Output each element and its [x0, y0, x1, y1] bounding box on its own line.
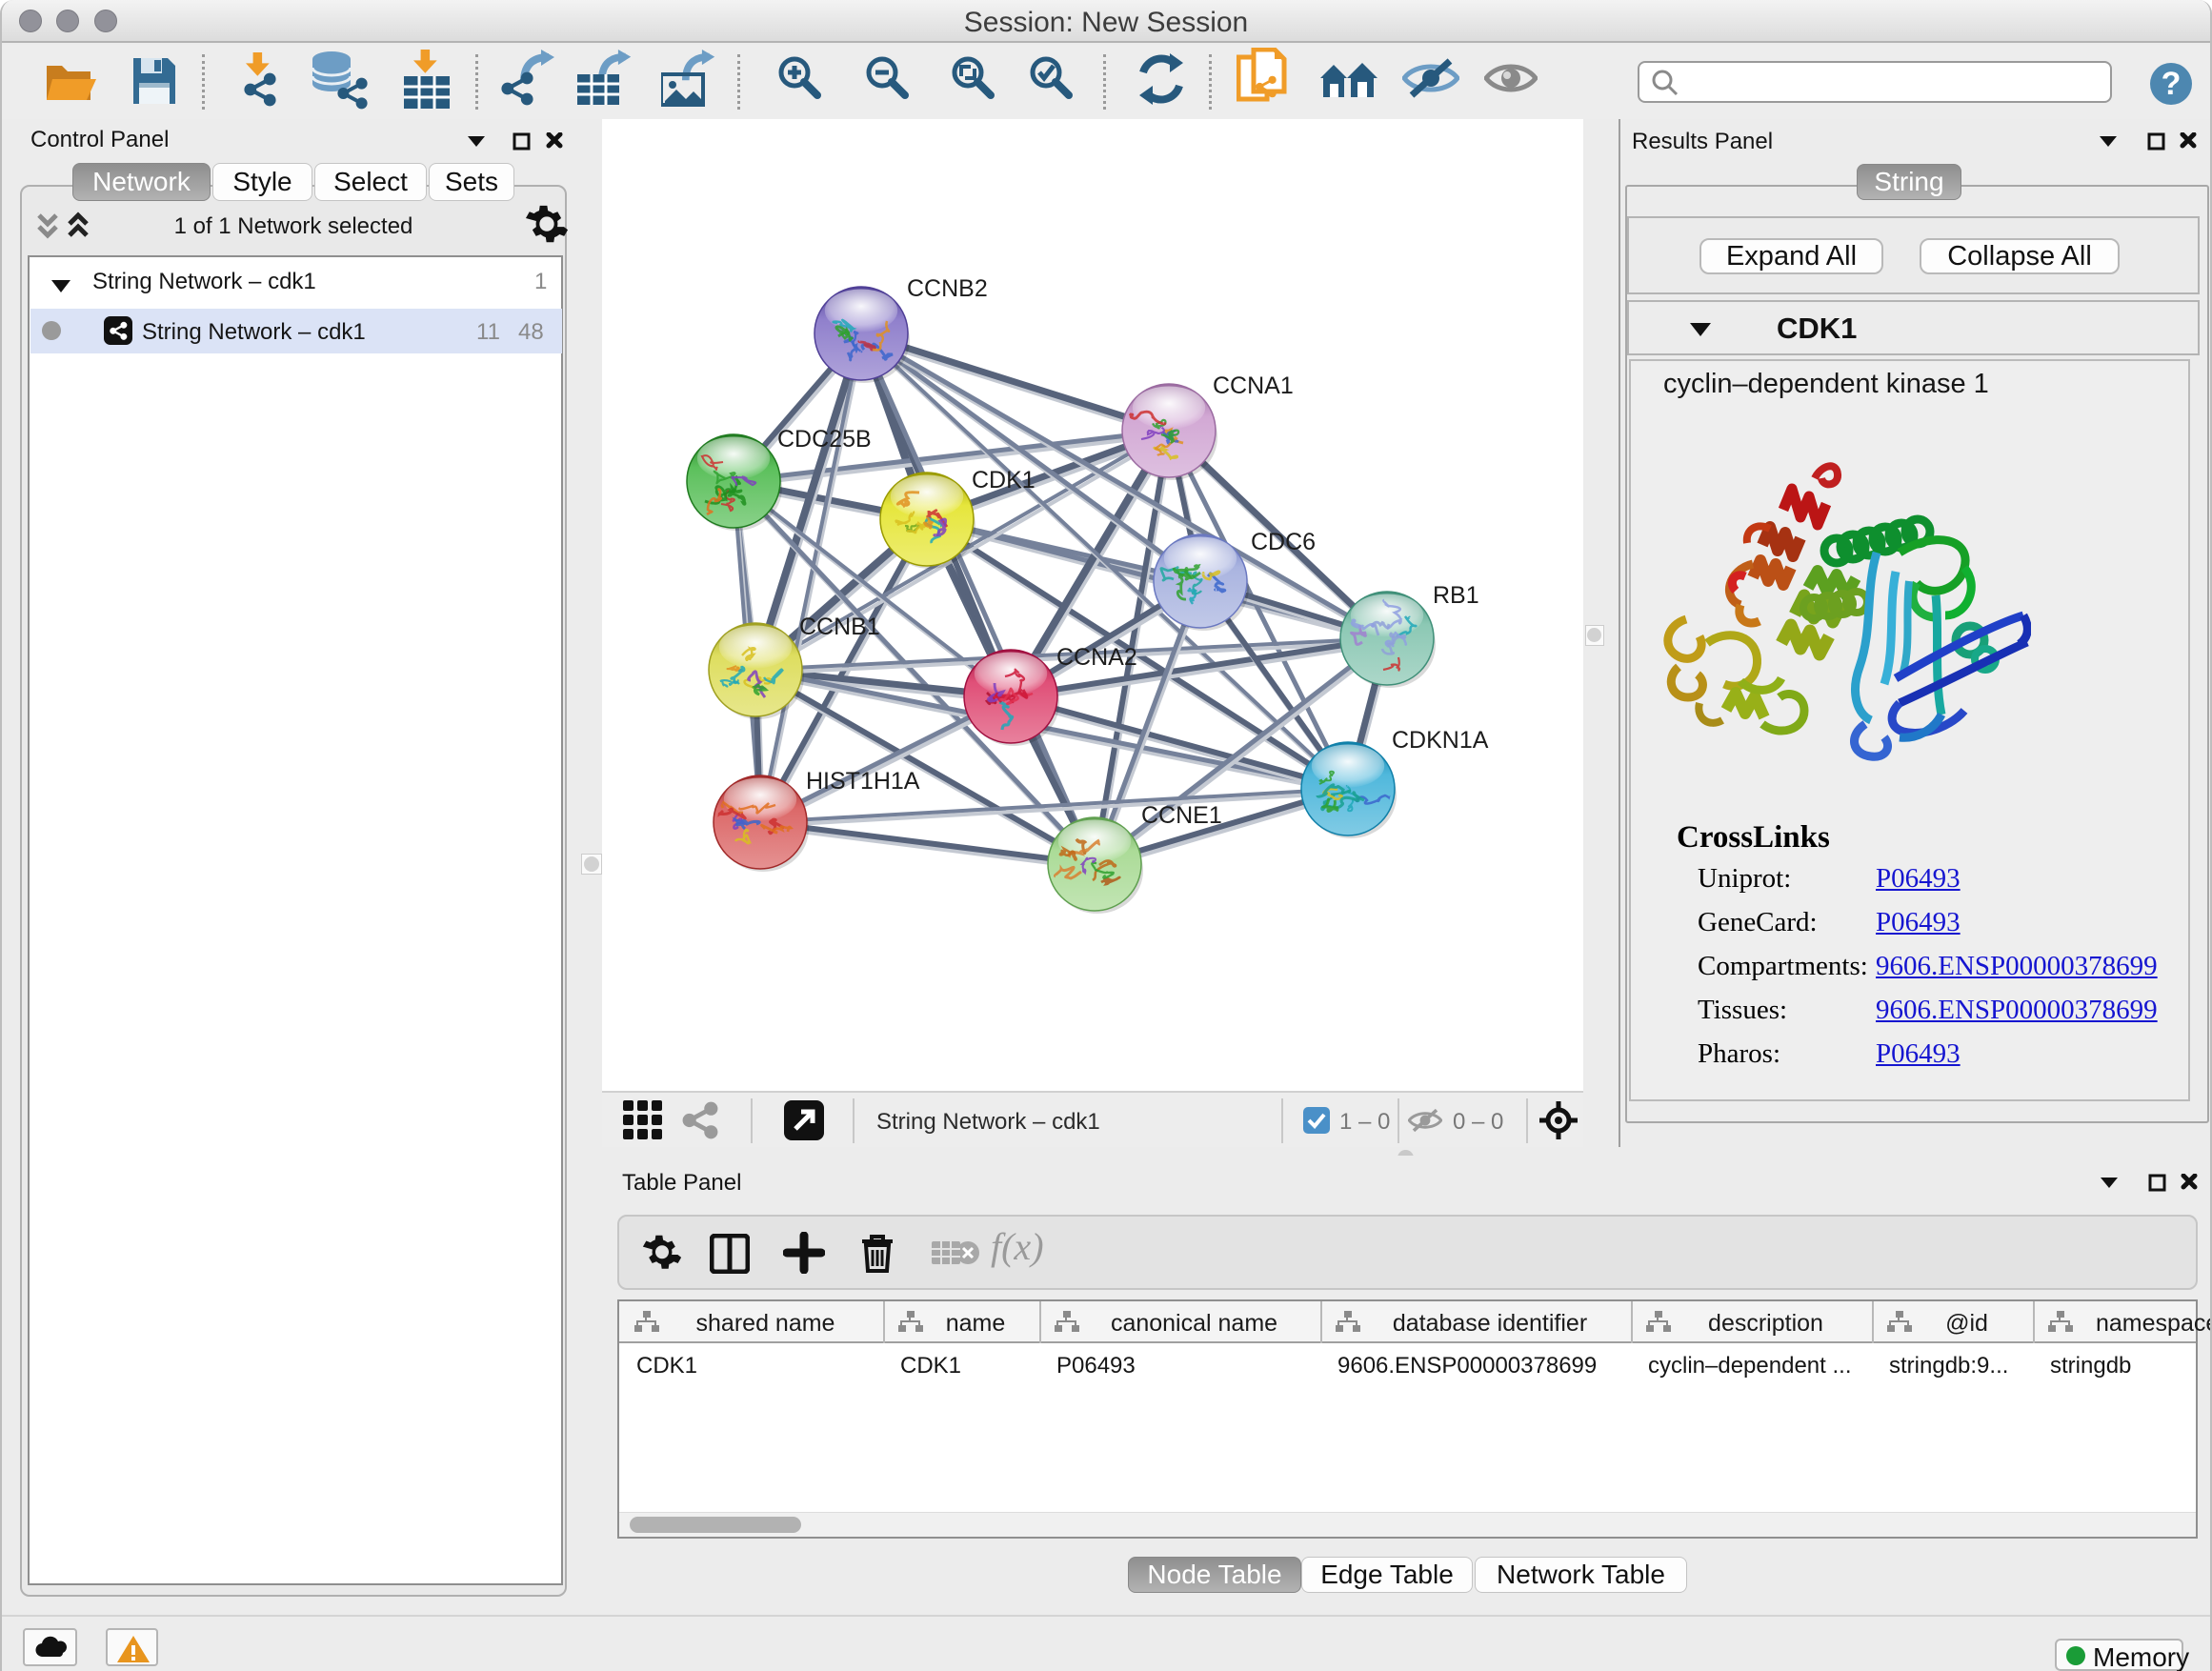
- svg-text:CCNB2: CCNB2: [907, 275, 988, 302]
- svg-text:CDC6: CDC6: [1251, 529, 1316, 555]
- svg-text:CCNE1: CCNE1: [1141, 802, 1222, 829]
- svg-text:RB1: RB1: [1433, 582, 1479, 609]
- svg-text:CCNA2: CCNA2: [1056, 644, 1137, 671]
- svg-text:CDC25B: CDC25B: [777, 426, 872, 453]
- svg-text:CCNB1: CCNB1: [799, 614, 880, 640]
- svg-text:CDK1: CDK1: [972, 467, 1036, 493]
- svg-text:HIST1H1A: HIST1H1A: [806, 768, 920, 795]
- svg-text:CCNA1: CCNA1: [1213, 372, 1294, 399]
- svg-text:CDKN1A: CDKN1A: [1392, 727, 1489, 754]
